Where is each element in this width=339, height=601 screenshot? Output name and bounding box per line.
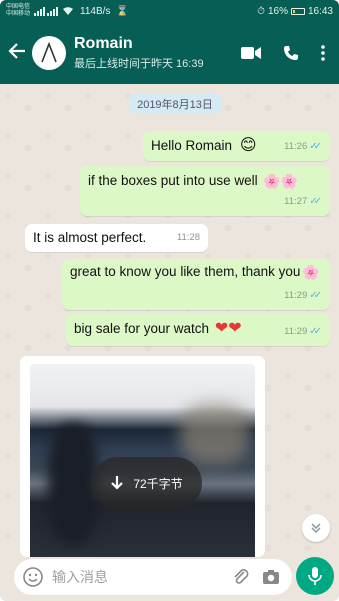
alarm-icon: ⏱	[257, 5, 265, 17]
voice-call-icon[interactable]	[283, 45, 299, 61]
download-button[interactable]: 72千字节	[92, 457, 202, 509]
status-bar: 中国电信 中国移动 114B/s ⌛ ⏱ 16% 16:43	[0, 0, 339, 22]
message-meta: 11:28	[177, 228, 200, 248]
wifi-icon	[63, 7, 73, 15]
read-ticks-icon: ✓✓	[309, 290, 322, 301]
clock: 16:43	[307, 5, 333, 17]
flower-emoji: 🌸	[302, 264, 320, 281]
message-bubble-out[interactable]: great to know you like them, thank you 🌸 …	[62, 259, 330, 310]
more-vert-icon[interactable]	[321, 45, 325, 61]
message-meta: 11:29 ✓✓	[284, 286, 322, 306]
mic-button[interactable]	[296, 557, 334, 595]
read-ticks-icon: ✓✓	[309, 196, 322, 207]
battery-icon	[290, 7, 305, 15]
message-text: if the boxes put into use well	[88, 173, 258, 188]
message-input[interactable]	[52, 569, 202, 585]
message-text: It is almost perfect.	[33, 230, 147, 245]
input-bar	[0, 557, 339, 601]
message-bubble-out[interactable]: Hello Romain 😊 11:26 ✓✓	[143, 131, 330, 161]
message-meta: 11:29 ✓✓	[284, 322, 322, 342]
message-bubble-out[interactable]: big sale for your watch ❤❤ 11:29 ✓✓	[66, 314, 330, 346]
arrow-left-icon[interactable]	[8, 42, 30, 64]
message-composer[interactable]	[14, 559, 292, 595]
carrier-top: 中国电信	[6, 4, 31, 10]
message-time: 11:28	[176, 232, 200, 243]
chat-header: Romain 最后上线时间于昨天 16:39	[0, 22, 339, 84]
media-message[interactable]: 72千字节	[20, 356, 265, 557]
last-seen: 最后上线时间于昨天 16:39	[74, 58, 204, 70]
blurred-image-preview[interactable]: 72千字节	[30, 364, 255, 557]
message-time: 11:29	[284, 290, 308, 301]
battery-percent: 16%	[267, 5, 288, 17]
message-time: 11:27	[284, 196, 308, 207]
read-ticks-icon: ✓✓	[309, 326, 322, 337]
message-meta: 11:27 ✓✓	[284, 192, 322, 212]
message-bubble-out[interactable]: if the boxes put into use well 🌸🌸 11:27 …	[80, 166, 330, 216]
avatar-logo-icon	[41, 41, 57, 63]
message-time: 11:29	[284, 326, 308, 337]
contact-name: Romain	[74, 35, 133, 52]
status-right: ⏱ 16% 16:43	[257, 6, 333, 17]
attach-clip-icon[interactable]	[232, 568, 250, 586]
carrier-labels: 中国电信 中国移动	[6, 4, 32, 18]
mic-icon	[308, 567, 322, 585]
avatar[interactable]	[32, 36, 66, 70]
blur-shape	[48, 424, 98, 544]
date-chip: 2019年8月13日	[129, 94, 221, 114]
emoji-icon[interactable]	[22, 566, 44, 588]
signal-icon-2	[47, 6, 58, 16]
double-chevron-down-icon[interactable]	[302, 514, 330, 542]
video-call-icon[interactable]	[241, 46, 261, 60]
hourglass-icon: ⌛	[116, 5, 129, 17]
download-arrow-icon	[111, 476, 124, 490]
heart-emoji: ❤❤	[214, 320, 242, 338]
blur-shape	[180, 404, 250, 464]
chat-screen: 中国电信 中国移动 114B/s ⌛ ⏱ 16% 16:43 Romain 最后…	[0, 0, 339, 601]
file-size: 72千字节	[133, 476, 183, 491]
message-text: big sale for your watch	[74, 321, 210, 336]
message-time: 11:26	[284, 141, 308, 152]
message-text: great to know you like them, thank you	[70, 264, 301, 279]
signal-icon	[34, 6, 45, 16]
message-list[interactable]: 2019年8月13日 Hello Romain 😊 11:26 ✓✓ if th…	[0, 84, 339, 557]
header-actions	[241, 45, 325, 61]
flower-emoji: 🌸🌸	[263, 173, 299, 190]
smile-emoji: 😊	[239, 137, 257, 155]
read-ticks-icon: ✓✓	[309, 141, 322, 152]
message-text: Hello Romain	[151, 138, 233, 153]
message-meta: 11:26 ✓✓	[284, 137, 322, 157]
net-speed: 114B/s	[80, 5, 111, 17]
camera-icon[interactable]	[262, 569, 280, 585]
contact-info[interactable]: Romain 最后上线时间于昨天 16:39	[74, 35, 204, 71]
carrier-bottom: 中国移动	[6, 11, 31, 17]
message-bubble-in[interactable]: It is almost perfect. 11:28	[25, 224, 208, 252]
